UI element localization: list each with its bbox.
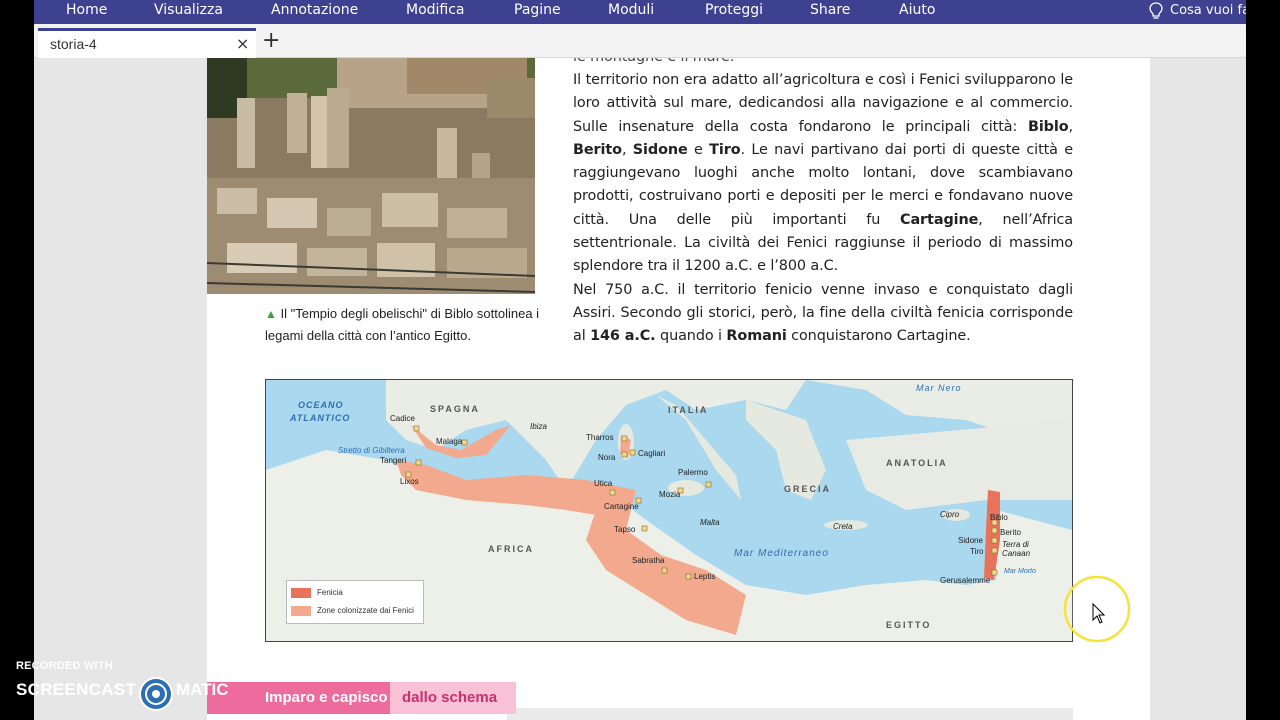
city-malaga: Malaga xyxy=(436,437,463,446)
city-tapso: Tapso xyxy=(614,525,636,534)
body-text: le montagne e il mare. Il territorio non… xyxy=(573,58,1073,349)
menu-proteggi[interactable]: Proteggi xyxy=(705,0,763,24)
map-label-grecia: GRECIA xyxy=(784,484,832,494)
caption-text: Il "Tempio degli obelischi" di Biblo sot… xyxy=(265,306,540,343)
city-utica: Utica xyxy=(594,479,613,488)
city-palermo: Palermo xyxy=(678,468,708,477)
city-cadice: Cadice xyxy=(390,414,415,423)
legend-swatch-zone xyxy=(291,606,311,616)
paragraph-phoenician-end: Nel 750 a.C. il territorio fenicio venne… xyxy=(573,281,1073,345)
legend-label-zone: Zone colonizzate dai Fenici xyxy=(317,606,414,615)
map-legend: Fenicia Zone colonizzate dai Fenici xyxy=(286,580,424,624)
city-malta: Malta xyxy=(700,518,720,527)
watermark-screencast: SCREENCAST xyxy=(16,680,137,699)
city-nora: Nora xyxy=(598,453,616,462)
city-tangeri: Tangeri xyxy=(380,456,407,465)
watermark-recorded: RECORDED WITH xyxy=(16,660,113,672)
city-cagliari: Cagliari xyxy=(638,449,666,458)
city-leptis: Leptis xyxy=(694,572,716,581)
temple-photo xyxy=(207,58,535,294)
city-berito: Berito xyxy=(1000,528,1021,537)
menu-visualizza[interactable]: Visualizza xyxy=(154,0,223,24)
menu-moduli[interactable]: Moduli xyxy=(608,0,654,24)
city-sabratha: Sabratha xyxy=(632,556,665,565)
menu-pagine[interactable]: Pagine xyxy=(514,0,561,24)
close-icon[interactable]: × xyxy=(236,34,249,53)
menu-modifica[interactable]: Modifica xyxy=(406,0,465,24)
map-label-oceano: OCEANO xyxy=(298,400,344,410)
map-label-atlantico: ATLANTICO xyxy=(290,413,351,423)
legend-label-fenicia: Fenicia xyxy=(317,588,343,597)
dallo-schema-label: dallo schema xyxy=(390,682,516,714)
city-lixos: Lixos xyxy=(400,477,419,486)
screencast-logo-icon xyxy=(139,677,173,711)
document-tab-bar: storia-4 × + xyxy=(34,24,1246,58)
map-label-mediterraneo: Mar Mediterraneo xyxy=(734,548,829,559)
city-cipro: Cipro xyxy=(940,510,960,519)
section-bar xyxy=(507,708,1073,720)
map-label-stretto: Stretto di Gibilterra xyxy=(338,446,405,455)
menu-bar: Home Visualizza Annotazione Modifica Pag… xyxy=(34,0,1246,24)
menu-aiuto[interactable]: Aiuto xyxy=(899,0,935,24)
city-gerusalemme: Gerusalemme xyxy=(940,576,991,585)
phoenician-colonies-map: OCEANO ATLANTICO Mar Nero Mar Mediterran… xyxy=(265,379,1073,642)
city-cartagine: Cartagine xyxy=(604,502,639,511)
city-sidone: Sidone xyxy=(958,536,983,545)
tell-me-label: Cosa vuoi fa xyxy=(1170,3,1246,18)
tab-label: storia-4 xyxy=(50,36,97,52)
section-header: Imparo e capisco dallo schema xyxy=(207,682,1150,720)
paragraph-phoenician-trade: Il territorio non era adatto all’agricol… xyxy=(573,72,1074,275)
map-label-anatolia: ANATOLIA xyxy=(886,458,948,468)
map-label-canaan: Terra di Canaan xyxy=(1002,540,1031,558)
menu-annotazione[interactable]: Annotazione xyxy=(271,0,358,24)
photo-caption: ▲ Il "Tempio degli obelischi" di Biblo s… xyxy=(265,303,541,346)
cursor-highlight xyxy=(1063,575,1131,643)
map-label-mar-nero: Mar Nero xyxy=(916,383,962,393)
tab-storia-4[interactable]: storia-4 × xyxy=(38,28,256,58)
city-ibiza: Ibiza xyxy=(530,422,547,431)
legend-swatch-fenicia xyxy=(291,588,311,598)
lightbulb-icon xyxy=(1149,2,1163,19)
menu-home[interactable]: Home xyxy=(66,0,107,24)
caption-marker: ▲ xyxy=(265,307,277,321)
menu-share[interactable]: Share xyxy=(810,0,850,24)
screencast-watermark: RECORDED WITH SCREENCAST MATIC xyxy=(16,660,246,711)
map-label-italia: ITALIA xyxy=(668,405,709,415)
city-creta: Creta xyxy=(833,522,853,531)
city-mozia: Mozia xyxy=(659,490,681,499)
watermark-matic: MATIC xyxy=(176,680,229,699)
document-page: ▲ Il "Tempio degli obelischi" di Biblo s… xyxy=(207,58,1150,720)
text-top-fragment: le montagne e il mare. xyxy=(573,58,1073,69)
map-label-spagna: SPAGNA xyxy=(430,404,480,414)
map-label-mar-morto: Mar Morto xyxy=(1004,568,1036,575)
city-tiro: Tiro xyxy=(970,547,984,556)
city-tharros: Tharros xyxy=(586,433,614,442)
add-tab-icon[interactable]: + xyxy=(262,28,280,54)
city-biblo: Biblo xyxy=(990,513,1008,522)
map-label-africa: AFRICA xyxy=(488,544,534,554)
map-label-egitto: EGITTO xyxy=(886,620,932,630)
